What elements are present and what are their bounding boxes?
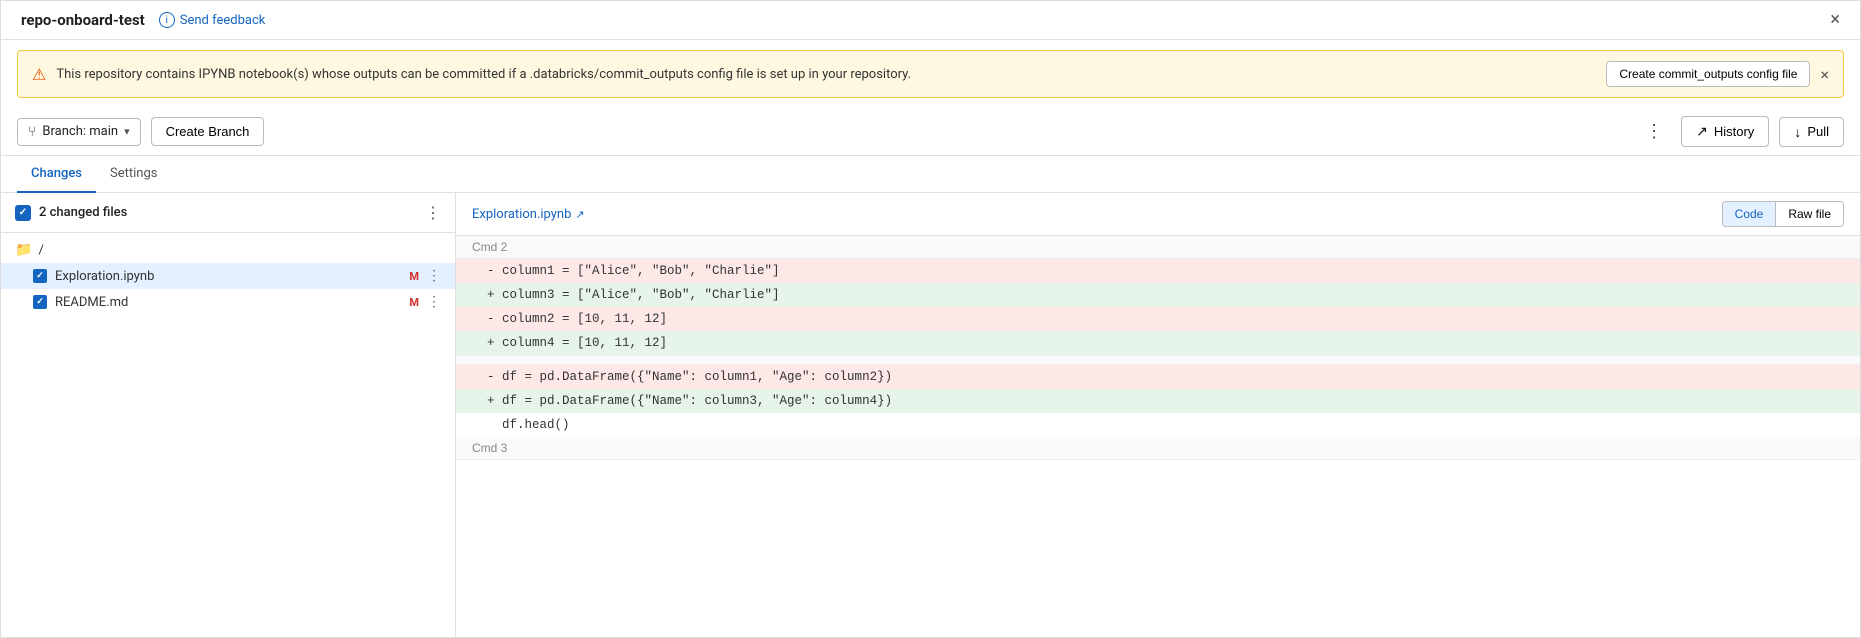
alert-close-icon[interactable]: × bbox=[1820, 65, 1829, 84]
diff-line-content: - df = pd.DataFrame({"Name": column1, "A… bbox=[456, 365, 1860, 389]
file-checkbox-exploration[interactable] bbox=[33, 269, 47, 283]
diff-line-content: + column4 = [10, 11, 12] bbox=[456, 331, 1860, 355]
diff-line: df.head() bbox=[456, 413, 1860, 437]
diff-line: + df = pd.DataFrame({"Name": column3, "A… bbox=[456, 389, 1860, 413]
repo-title: repo-onboard-test bbox=[21, 11, 145, 29]
file-row-exploration[interactable]: Exploration.ipynb M ⋮ bbox=[1, 263, 455, 289]
diff-line-content: + column3 = ["Alice", "Bob", "Charlie"] bbox=[456, 283, 1860, 307]
history-button[interactable]: ↗ History bbox=[1681, 116, 1769, 147]
diff-line: + column3 = ["Alice", "Bob", "Charlie"] bbox=[456, 283, 1860, 307]
chevron-down-icon: ▾ bbox=[124, 125, 130, 138]
create-config-button[interactable]: Create commit_outputs config file bbox=[1606, 61, 1810, 87]
file-name-exploration: Exploration.ipynb bbox=[55, 269, 401, 284]
file-badge-readme: M bbox=[409, 296, 419, 309]
file-badge-exploration: M bbox=[409, 270, 419, 283]
raw-file-view-button[interactable]: Raw file bbox=[1776, 202, 1843, 226]
file-name-readme: README.md bbox=[55, 295, 401, 310]
file-checkbox-readme[interactable] bbox=[33, 295, 47, 309]
send-feedback-link[interactable]: i Send feedback bbox=[159, 12, 266, 28]
pull-label: Pull bbox=[1807, 124, 1829, 139]
external-link-icon: ↗ bbox=[575, 208, 584, 221]
main-content: 2 changed files ⋮ 📁 / Exploration.ipynb … bbox=[1, 193, 1860, 637]
file-row-readme[interactable]: README.md M ⋮ bbox=[1, 289, 455, 315]
diff-block-cmd2: - column1 = ["Alice", "Bob", "Charlie"] … bbox=[456, 259, 1860, 437]
diff-line-content: - column1 = ["Alice", "Bob", "Charlie"] bbox=[456, 259, 1860, 283]
branch-icon: ⑂ bbox=[28, 124, 36, 140]
file-more-icon-readme[interactable]: ⋮ bbox=[427, 294, 441, 310]
changed-files-more-icon[interactable]: ⋮ bbox=[425, 203, 441, 222]
pull-icon: ↓ bbox=[1794, 124, 1801, 140]
diff-separator bbox=[456, 355, 1860, 365]
folder-name: / bbox=[38, 243, 43, 258]
tab-changes-label: Changes bbox=[31, 166, 82, 181]
alert-banner: ⚠ This repository contains IPYNB noteboo… bbox=[17, 50, 1844, 98]
cmd2-label: Cmd 2 bbox=[456, 236, 1860, 259]
tabs-bar: Changes Settings bbox=[1, 156, 1860, 193]
more-options-icon[interactable]: ⋮ bbox=[1637, 119, 1671, 145]
diff-line: - column1 = ["Alice", "Bob", "Charlie"] bbox=[456, 259, 1860, 283]
alert-text: This repository contains IPYNB notebook(… bbox=[56, 67, 1590, 82]
file-link[interactable]: Exploration.ipynb ↗ bbox=[472, 207, 585, 222]
folder-row: 📁 / bbox=[1, 237, 455, 263]
right-panel: Exploration.ipynb ↗ Code Raw file Cmd 2 … bbox=[456, 193, 1860, 637]
tab-changes[interactable]: Changes bbox=[17, 156, 96, 193]
file-tree: 📁 / Exploration.ipynb M ⋮ README.md M ⋮ bbox=[1, 233, 455, 637]
diff-line-empty bbox=[456, 460, 1860, 484]
tab-settings-label: Settings bbox=[110, 166, 157, 181]
file-link-name: Exploration.ipynb bbox=[472, 207, 571, 222]
tab-settings[interactable]: Settings bbox=[96, 156, 171, 193]
diff-line: - df = pd.DataFrame({"Name": column1, "A… bbox=[456, 365, 1860, 389]
header: repo-onboard-test i Send feedback × bbox=[1, 1, 1860, 40]
select-all-checkbox[interactable] bbox=[15, 205, 31, 221]
diff-area: Cmd 2 - column1 = ["Alice", "Bob", "Char… bbox=[456, 236, 1860, 637]
send-feedback-label: Send feedback bbox=[180, 13, 266, 28]
diff-line: - column2 = [10, 11, 12] bbox=[456, 307, 1860, 331]
alert-icon: ⚠ bbox=[32, 65, 46, 84]
changed-files-header: 2 changed files ⋮ bbox=[1, 193, 455, 233]
toolbar: ⑂ Branch: main ▾ Create Branch ⋮ ↗ Histo… bbox=[1, 108, 1860, 156]
file-header: Exploration.ipynb ↗ Code Raw file bbox=[456, 193, 1860, 236]
history-icon: ↗ bbox=[1696, 123, 1708, 140]
diff-line-content: + df = pd.DataFrame({"Name": column3, "A… bbox=[456, 389, 1860, 413]
view-toggle: Code Raw file bbox=[1722, 201, 1844, 227]
diff-line: + column4 = [10, 11, 12] bbox=[456, 331, 1860, 355]
create-branch-button[interactable]: Create Branch bbox=[151, 117, 265, 146]
file-more-icon-exploration[interactable]: ⋮ bbox=[427, 268, 441, 284]
diff-line-content: - column2 = [10, 11, 12] bbox=[456, 307, 1860, 331]
diff-line-content: df.head() bbox=[456, 413, 1860, 437]
code-view-button[interactable]: Code bbox=[1723, 202, 1777, 226]
pull-button[interactable]: ↓ Pull bbox=[1779, 117, 1844, 147]
feedback-icon: i bbox=[159, 12, 175, 28]
diff-line-content-empty bbox=[456, 460, 1860, 484]
cmd3-label: Cmd 3 bbox=[456, 437, 1860, 460]
close-icon[interactable]: × bbox=[1830, 11, 1840, 29]
branch-label: Branch: main bbox=[42, 124, 118, 139]
changed-files-count: 2 changed files bbox=[39, 205, 417, 220]
left-panel: 2 changed files ⋮ 📁 / Exploration.ipynb … bbox=[1, 193, 456, 637]
branch-selector[interactable]: ⑂ Branch: main ▾ bbox=[17, 118, 141, 146]
history-label: History bbox=[1714, 124, 1754, 139]
folder-icon: 📁 bbox=[15, 242, 32, 258]
